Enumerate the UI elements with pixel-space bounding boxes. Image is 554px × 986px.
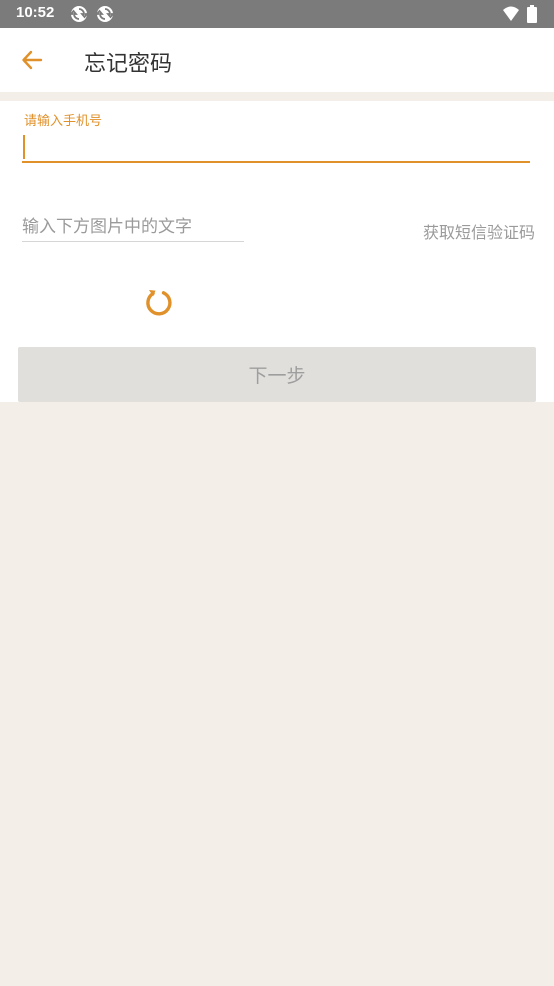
battery-icon <box>527 5 537 23</box>
phone-label: 请输入手机号 <box>24 114 103 129</box>
captcha-input[interactable] <box>22 213 244 242</box>
sync-icon <box>70 6 88 22</box>
app-bar: 忘记密码 <box>0 28 554 92</box>
next-step-button[interactable]: 下一步 <box>18 347 536 402</box>
back-button[interactable] <box>14 42 50 78</box>
refresh-icon[interactable] <box>143 287 175 319</box>
sync-icon <box>96 6 114 22</box>
status-time: 10:52 <box>16 4 55 21</box>
status-bar: 10:52 <box>0 0 554 28</box>
forgot-password-form: 请输入手机号 获取短信验证码 下一步 <box>0 101 554 402</box>
phone-input[interactable] <box>22 131 530 163</box>
wifi-icon <box>503 6 519 21</box>
text-cursor <box>23 135 25 159</box>
arrow-left-icon <box>22 50 43 70</box>
get-sms-code-link[interactable]: 获取短信验证码 <box>423 219 535 243</box>
divider <box>0 92 554 101</box>
page-title: 忘记密码 <box>84 52 173 77</box>
